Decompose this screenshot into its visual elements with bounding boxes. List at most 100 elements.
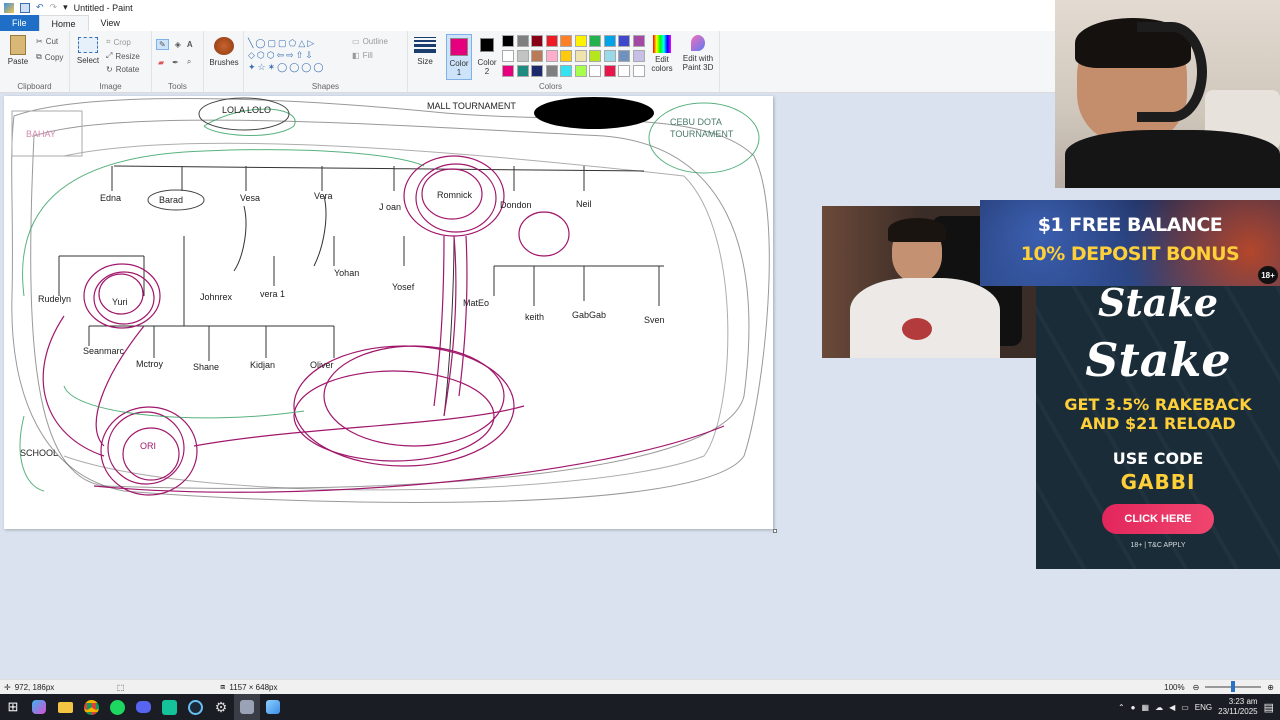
paste-label: Paste	[7, 57, 29, 66]
palette-swatch[interactable]	[531, 65, 543, 77]
copy-label: Copy	[44, 52, 64, 62]
tab-file[interactable]: File	[0, 15, 39, 31]
brushes-button[interactable]: Brushes	[208, 37, 240, 67]
label-school: SCHOOL	[20, 448, 59, 458]
palette-swatch[interactable]	[560, 50, 572, 62]
palette-swatch[interactable]	[560, 35, 572, 47]
speaker-icon[interactable]: ◀	[1169, 703, 1175, 712]
magnifier-icon[interactable]: ⌕	[187, 57, 191, 67]
click-here-button[interactable]: CLICK HERE	[1102, 504, 1214, 534]
fill-bucket-icon[interactable]: ◈	[175, 40, 181, 49]
resize-icon: ⤢	[106, 51, 113, 60]
edit-colors-button[interactable]: Edit colors	[650, 35, 674, 73]
palette-swatch[interactable]	[589, 65, 601, 77]
palette-swatch[interactable]	[531, 35, 543, 47]
palette-swatch[interactable]	[516, 50, 529, 62]
network-icon[interactable]: ▦	[1142, 703, 1150, 712]
zoom-in-button[interactable]: ⊕	[1267, 683, 1274, 692]
palette-swatch[interactable]	[545, 50, 558, 62]
microphone-icon[interactable]: ●	[1131, 703, 1136, 712]
zoom-out-button[interactable]: ⊖	[1193, 683, 1200, 692]
copy-button[interactable]: ⧉ Copy	[36, 52, 63, 62]
palette-swatch[interactable]	[618, 65, 630, 77]
taskbar-app-green[interactable]	[156, 694, 182, 720]
canvas-size: 1157 × 648px	[229, 682, 278, 692]
taskbar-steam[interactable]	[182, 694, 208, 720]
clock[interactable]: 3:23 am 23/11/2025	[1218, 697, 1257, 717]
palette-swatch[interactable]	[603, 50, 616, 62]
palette-swatch[interactable]	[574, 65, 587, 77]
taskbar-spotify[interactable]	[104, 694, 130, 720]
taskbar: ⊞ ⚙ ⌃ ● ▦ ☁ ◀ ▭ ENG 3:23 am 23/11/2025 ▤	[0, 694, 1280, 720]
outline-button[interactable]: ▭ Outline	[352, 37, 388, 46]
size-button[interactable]: Size	[412, 37, 438, 66]
save-icon[interactable]	[20, 2, 30, 13]
text-icon[interactable]: A	[187, 40, 193, 49]
palette-swatch[interactable]	[560, 65, 572, 77]
palette-swatch[interactable]	[603, 65, 616, 77]
palette-swatch[interactable]	[545, 65, 558, 77]
clipboard-group-label: Clipboard	[17, 82, 52, 91]
battery-icon[interactable]: ▭	[1181, 703, 1189, 712]
color-picker-icon[interactable]: ✒	[172, 58, 179, 67]
rotate-button[interactable]: ↻ Rotate	[106, 65, 139, 74]
palette-swatch[interactable]	[618, 50, 630, 62]
palette-swatch[interactable]	[632, 35, 645, 47]
shapes-gallery[interactable]: ╲◯▢▢⬠△▷ ◇⬡⬡⇦⇨⇧⇩ ✦☆✶◯◯◯◯	[248, 37, 344, 75]
tab-home[interactable]: Home	[38, 15, 89, 31]
zoom-slider[interactable]	[1205, 681, 1262, 692]
palette-swatch[interactable]	[502, 50, 514, 62]
canvas-resize-handle[interactable]	[773, 529, 777, 533]
palette-swatch[interactable]	[589, 50, 601, 62]
palette-swatch[interactable]	[589, 35, 601, 47]
palette-swatch[interactable]	[632, 65, 645, 77]
taskbar-chrome[interactable]	[78, 694, 104, 720]
palette-swatch[interactable]	[574, 50, 587, 62]
palette-swatch[interactable]	[516, 35, 529, 47]
zoom-slider-thumb[interactable]	[1231, 681, 1236, 692]
pencil-icon[interactable]: ✎	[156, 39, 169, 50]
cloud-icon[interactable]: ☁	[1155, 703, 1163, 712]
taskbar-discord[interactable]	[130, 694, 156, 720]
palette-swatch[interactable]	[632, 50, 645, 62]
palette-swatch[interactable]	[618, 35, 630, 47]
tray-chevron-icon[interactable]: ⌃	[1118, 703, 1125, 712]
palette-swatch[interactable]	[502, 35, 514, 47]
select-button[interactable]: Select	[76, 37, 100, 65]
color1-button[interactable]: Color 1	[446, 34, 472, 80]
taskbar-file-explorer[interactable]	[52, 694, 78, 720]
notifications-icon[interactable]: ▤	[1264, 701, 1274, 714]
taskbar-paint[interactable]	[260, 694, 286, 720]
fill-button[interactable]: ◧ Fill	[352, 51, 373, 60]
palette-swatch[interactable]	[516, 65, 529, 77]
palette-swatch[interactable]	[531, 50, 543, 62]
label-kidjan: Kidjan	[250, 360, 276, 370]
palette-swatch[interactable]	[603, 35, 616, 47]
color2-button[interactable]: Color 2	[476, 34, 498, 76]
language-indicator[interactable]: ENG	[1195, 703, 1212, 712]
cut-label: Cut	[45, 37, 59, 46]
redaction-scribble	[534, 97, 654, 129]
tools-group: ✎ ◈ A ▰ ✒ ⌕ Tools	[152, 31, 204, 93]
undo-icon[interactable]: ↶	[36, 2, 44, 13]
edit-paint3d-button[interactable]: Edit with Paint 3D	[680, 35, 716, 72]
ad-banner-top[interactable]: $1 FREE BALANCE 10% DEPOSIT BONUS 18+	[980, 200, 1280, 286]
tab-view[interactable]: View	[89, 15, 132, 31]
start-button[interactable]: ⊞	[0, 694, 26, 720]
eraser-icon[interactable]: ▰	[158, 58, 164, 67]
ad-panel[interactable]: Stake Stake GET 3.5% RAKEBACK AND $21 RE…	[1036, 286, 1280, 569]
resize-button[interactable]: ⤢ Resize	[106, 51, 140, 61]
taskbar-app-active[interactable]	[234, 694, 260, 720]
cut-button[interactable]: ✂ Cut	[36, 37, 58, 46]
palette-swatch[interactable]	[574, 35, 587, 47]
paste-button[interactable]: Paste	[6, 35, 30, 66]
palette-swatch[interactable]	[502, 65, 514, 77]
window-title: Untitled - Paint	[73, 2, 133, 13]
redo-icon[interactable]: ↷	[50, 2, 58, 13]
crop-button[interactable]: ⌗ Crop	[106, 37, 131, 47]
customize-qat-icon[interactable]: ▾	[63, 2, 68, 13]
taskbar-settings[interactable]: ⚙	[208, 694, 234, 720]
taskbar-copilot[interactable]	[26, 694, 52, 720]
palette-swatch[interactable]	[545, 35, 558, 47]
drawing-canvas[interactable]: BAHAY LOLA LOLO MALL TOURNAMENT CEBU DOT…	[4, 96, 777, 533]
